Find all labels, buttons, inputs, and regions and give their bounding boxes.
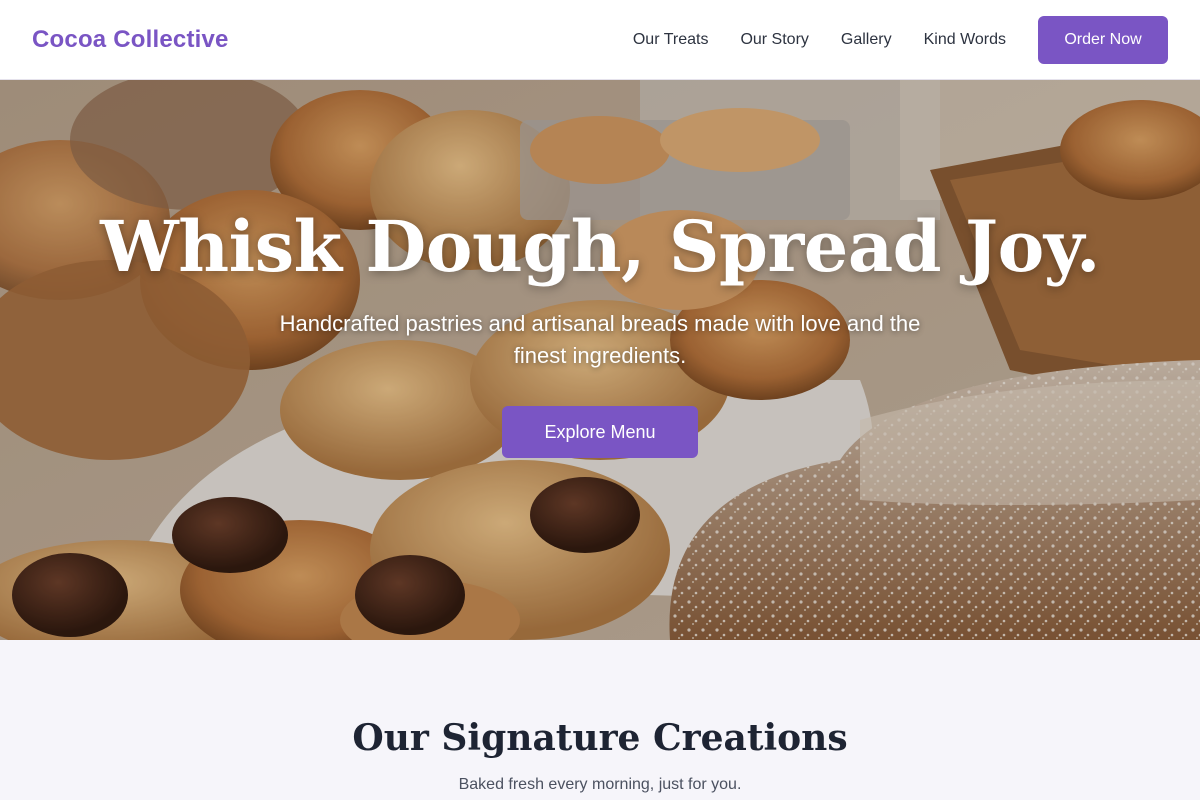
signature-title: Our Signature Creations — [352, 717, 848, 759]
brand-logo[interactable]: Cocoa Collective — [32, 26, 229, 54]
explore-menu-button[interactable]: Explore Menu — [502, 406, 698, 458]
nav-gallery[interactable]: Gallery — [841, 31, 892, 49]
nav-our-story[interactable]: Our Story — [740, 31, 808, 49]
hero-content: Whisk Dough, Spread Joy. Handcrafted pas… — [0, 80, 1200, 640]
hero-section: Whisk Dough, Spread Joy. Handcrafted pas… — [0, 80, 1200, 640]
nav-our-treats[interactable]: Our Treats — [633, 31, 709, 49]
hero-title: Whisk Dough, Spread Joy. — [100, 205, 1100, 288]
order-now-button[interactable]: Order Now — [1038, 15, 1168, 64]
site-header: Cocoa Collective Our Treats Our Story Ga… — [0, 0, 1200, 80]
signature-subtitle: Baked fresh every morning, just for you. — [458, 776, 742, 793]
nav-kind-words[interactable]: Kind Words — [924, 31, 1006, 49]
signature-section: Our Signature Creations Baked fresh ever… — [0, 640, 1200, 800]
main-nav: Our Treats Our Story Gallery Kind Words … — [633, 15, 1168, 64]
hero-subtitle: Handcrafted pastries and artisanal bread… — [279, 311, 921, 368]
